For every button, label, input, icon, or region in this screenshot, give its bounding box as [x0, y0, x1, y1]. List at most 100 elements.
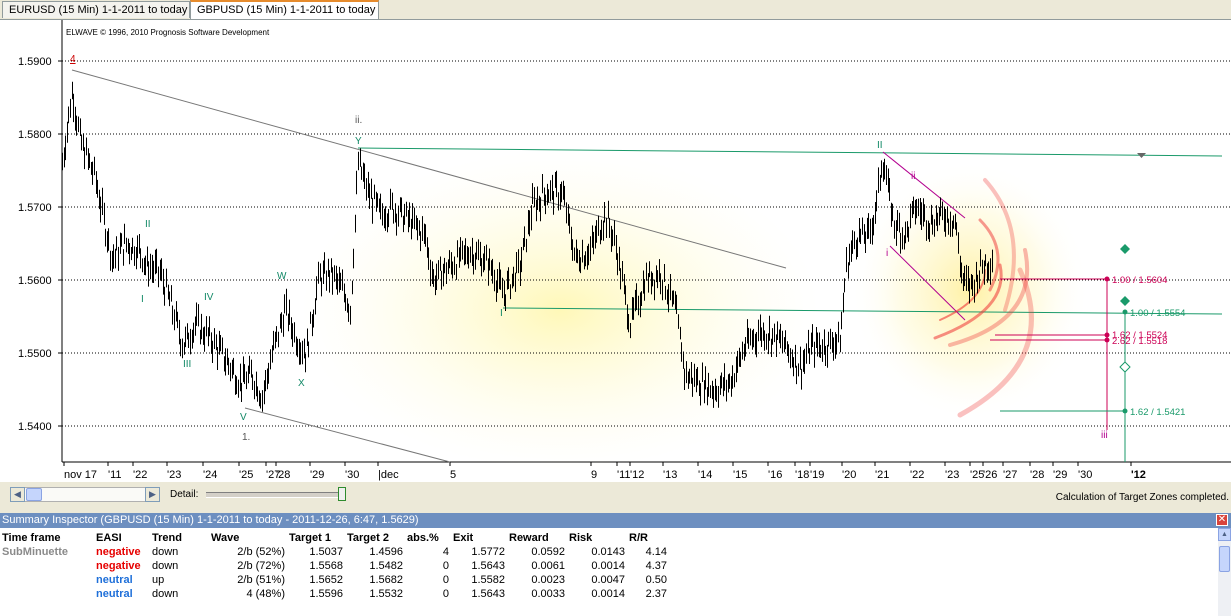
horizontal-scrollbar[interactable]: [25, 487, 145, 502]
wave-label: W: [277, 271, 287, 282]
cell-exit: 1.5582: [471, 574, 505, 586]
scrollbar-thumb[interactable]: [1219, 546, 1230, 572]
cell-wave: 2/b (52%): [237, 546, 285, 558]
cell-t2: 1.4596: [369, 546, 403, 558]
x-tick-label: '20: [842, 469, 856, 481]
summary-row[interactable]: neutral down 4 (48%) 1.5596 1.5532 0 1.5643 0.0…: [0, 587, 669, 601]
cell-rr: 4.14: [645, 546, 667, 558]
cell-abs: 0: [442, 588, 449, 600]
target-diamond-icon: [1120, 296, 1130, 306]
cell-trend: down: [152, 546, 179, 558]
cell-t1: 1.5568: [309, 560, 343, 572]
cell-timeframe: [0, 559, 94, 573]
x-tick-label: '16: [768, 469, 782, 481]
cell-abs: 0: [442, 560, 449, 572]
y-tick-label: 1.5600: [18, 275, 52, 287]
detail-slider-track[interactable]: [206, 492, 346, 498]
column-header: Time frame: [2, 532, 61, 544]
y-tick-label: 1.5400: [18, 421, 52, 433]
tab-gbpusd[interactable]: GBPUSD (15 Min) 1-1-2011 to today: [190, 0, 379, 19]
cell-risk: 0.0047: [591, 574, 625, 586]
cell-reward: 0.0592: [531, 546, 565, 558]
cell-exit: 1.5772: [471, 546, 505, 558]
cell-reward: 0.0023: [531, 574, 565, 586]
wave-label: Y: [355, 136, 362, 147]
x-tick-label: '28: [276, 469, 290, 481]
y-tick-label: 1.5800: [18, 129, 52, 141]
cell-trend: down: [152, 560, 179, 572]
x-tick-label: '29: [310, 469, 324, 481]
cell-t2: 1.5482: [369, 560, 403, 572]
wave-label: II: [145, 219, 151, 230]
scroll-up-button[interactable]: ▲: [1218, 528, 1231, 541]
x-tick-label: '22: [910, 469, 924, 481]
chart-tab-bar: EURUSD (15 Min) 1-1-2011 to today GBPUSD…: [0, 0, 1231, 20]
x-tick-label: '14: [698, 469, 712, 481]
summary-scrollbar[interactable]: ▲: [1218, 528, 1231, 616]
wave-label: ii.: [355, 115, 362, 126]
target-diamond-icon: [1119, 361, 1131, 373]
x-tick-label: '28: [1030, 469, 1044, 481]
target-diamond-icon: [1120, 244, 1130, 254]
status-text: Calculation of Target Zones completed.: [1055, 492, 1229, 503]
x-tick-label: '11: [617, 469, 631, 481]
detail-slider-thumb[interactable]: [338, 487, 346, 501]
cell-timeframe: [0, 587, 94, 601]
column-header: Target 2: [347, 532, 389, 544]
x-tick-label: '30: [345, 469, 359, 481]
wave-label: iii: [1101, 430, 1108, 441]
wave-label: i: [886, 248, 888, 259]
column-header: Target 1: [289, 532, 331, 544]
y-tick-label: 1.5500: [18, 348, 52, 360]
x-tick-label: nov 17: [64, 469, 97, 481]
x-tick-label: '12: [1131, 469, 1146, 481]
tab-eurusd[interactable]: EURUSD (15 Min) 1-1-2011 to today: [2, 1, 190, 18]
cell-wave: 4 (48%): [246, 588, 285, 600]
cell-t1: 1.5596: [309, 588, 343, 600]
column-header: Trend: [152, 532, 182, 544]
column-header: abs.%: [407, 532, 439, 544]
scrollbar-thumb[interactable]: [26, 488, 42, 501]
price-chart-svg: 1.5900 1.5800 1.5700 1.5600 1.5500 1.5400 nov…: [18, 20, 1231, 481]
wave-label: ii: [911, 171, 915, 182]
close-icon[interactable]: ✕: [1216, 514, 1228, 526]
summary-row[interactable]: SubMinuette negative down 2/b (52%) 1.5037 1.…: [0, 545, 669, 559]
summary-inspector-title: Summary Inspector (GBPUSD (15 Min) 1-1-2…: [2, 514, 419, 526]
x-tick-label: '25: [239, 469, 253, 481]
x-tick-label: '23: [945, 469, 959, 481]
wave-label: 4: [70, 54, 76, 65]
x-tick-label: '13: [663, 469, 677, 481]
cell-risk: 0.0014: [591, 560, 625, 572]
column-header: Risk: [569, 532, 593, 544]
x-tick-label: '22: [133, 469, 147, 481]
cell-t2: 1.5532: [369, 588, 403, 600]
cell-easi: neutral: [96, 588, 133, 600]
column-header: Wave: [211, 532, 240, 544]
target-label: 1.00 / 1.5604: [1112, 275, 1167, 286]
cell-rr: 2.37: [645, 588, 667, 600]
wave-label: X: [298, 378, 305, 389]
x-tick-label: '15: [733, 469, 747, 481]
summary-row[interactable]: neutral up 2/b (51%) 1.5652 1.5682 0 1.5582 0.0…: [0, 573, 669, 587]
column-header: Reward: [509, 532, 549, 544]
summary-header-row: Time frame EASI Trend Wave Target 1 Targ…: [0, 531, 669, 545]
cell-exit: 1.5643: [471, 588, 505, 600]
x-tick-label: '23: [167, 469, 181, 481]
target-label: 1.00 / 1.5554: [1130, 308, 1185, 319]
x-tick-label: '26: [983, 469, 997, 481]
cell-easi: negative: [96, 560, 141, 572]
summary-table: Time frame EASI Trend Wave Target 1 Targ…: [0, 531, 669, 601]
wave-label: 1.: [242, 432, 250, 443]
chart-copyright: ELWAVE © 1996, 2010 Prognosis Software D…: [66, 28, 270, 37]
scroll-left-button[interactable]: ◀: [10, 487, 25, 502]
cell-t1: 1.5652: [309, 574, 343, 586]
column-header: Exit: [453, 532, 474, 544]
cell-easi: negative: [96, 546, 141, 558]
x-tick-label: '11: [108, 469, 122, 481]
summary-row[interactable]: negative down 2/b (72%) 1.5568 1.5482 0 1.5643…: [0, 559, 669, 573]
price-chart[interactable]: 1.5900 1.5800 1.5700 1.5600 1.5500 1.5400 nov…: [0, 20, 1231, 482]
scroll-right-button[interactable]: ▶: [145, 487, 160, 502]
target-labels: 1.00 / 1.56041.00 / 1.55541.62 / 1.55242…: [1112, 275, 1185, 418]
target-label: 1.62 / 1.5421: [1130, 407, 1185, 418]
x-tick-label: '24: [203, 469, 217, 481]
